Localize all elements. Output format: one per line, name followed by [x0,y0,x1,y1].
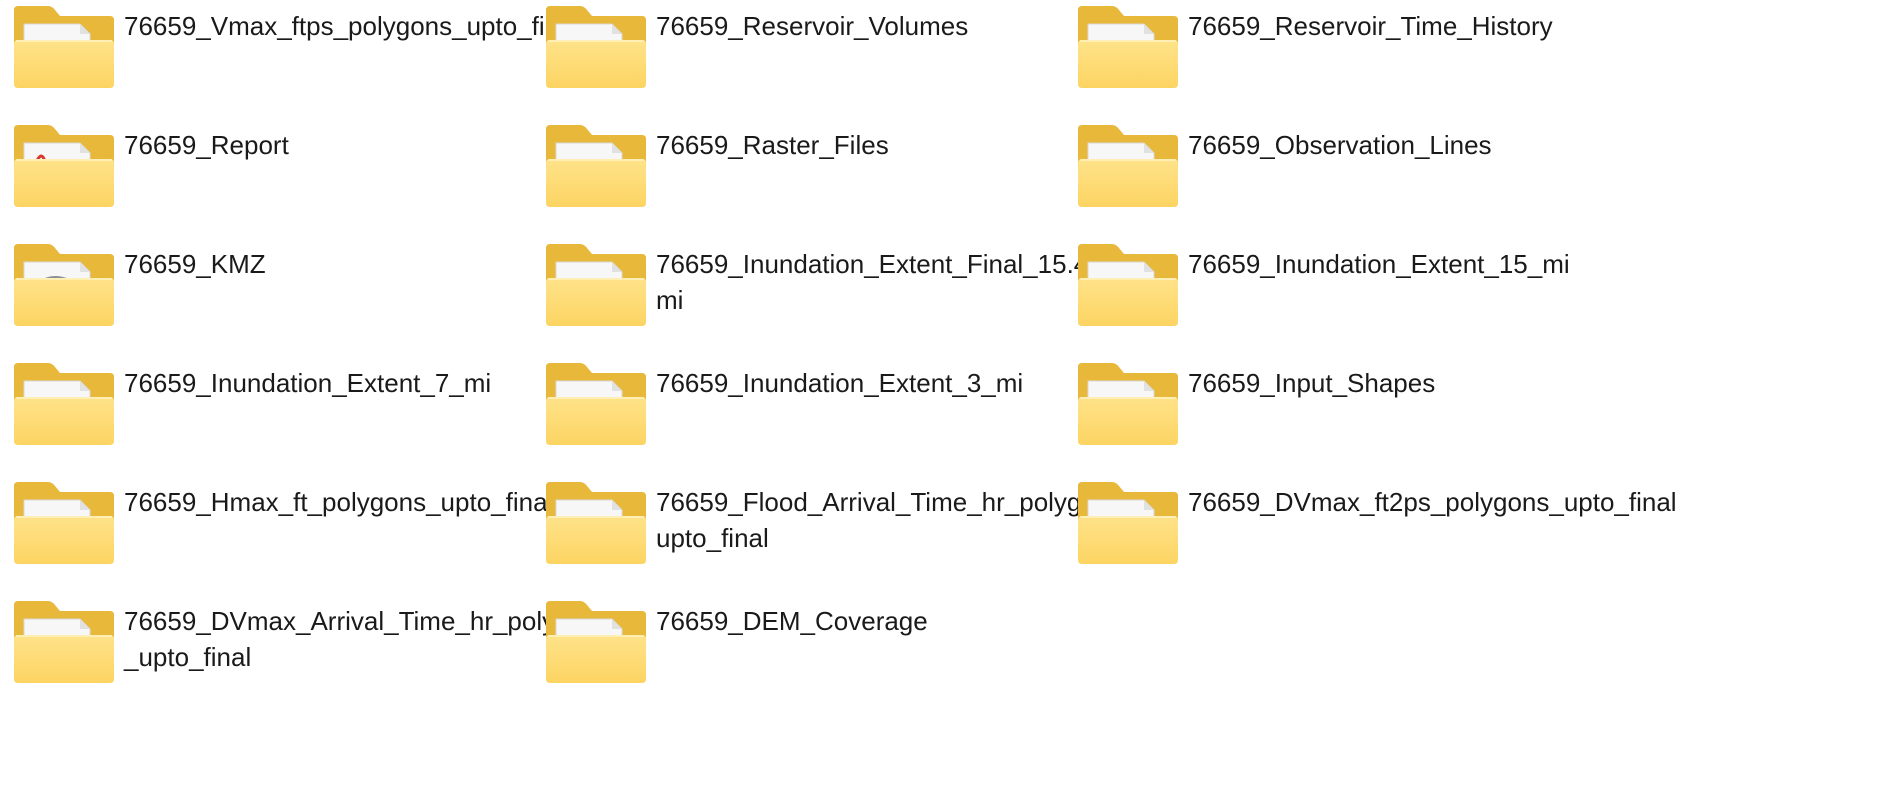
folder-item[interactable]: 76659_Raster_Files [532,119,1152,229]
folder-item[interactable]: 76659_Inundation_Extent_7_mi [0,357,620,467]
folder-item[interactable]: 76659_Inundation_Extent_3_mi [532,357,1152,467]
folder-item[interactable]: 76659_Input_Shapes [1064,357,1684,467]
folder-name: 76659_Reservoir_Time_History [1188,11,1553,41]
folder-name: 76659_DVmax_ft2ps_polygons_upto_final [1188,487,1677,517]
folder-grid: 76659_Vmax_ftps_polygons_upto_finalx7665… [0,0,1877,796]
folder-item[interactable]: 76659_KMZ [0,238,620,348]
folder-name: 76659_Input_Shapes [1188,368,1436,398]
folder-item[interactable]: 76659_Inundation_Extent_15_mi [1064,238,1684,348]
folder-item[interactable]: 76659_Inundation_Extent_Final_15.498_mi [532,238,1152,348]
folder-item[interactable]: x76659_Reservoir_Time_History [1064,0,1684,110]
folder-item[interactable]: 76659_DVmax_Arrival_Time_hr_polygons_upt… [0,595,620,705]
folder-item[interactable]: 76659_DEM_Coverage [532,595,1152,705]
folder-name: 76659_Observation_Lines [1188,130,1492,160]
folder-name: 76659_Inundation_Extent_15_mi [1188,249,1570,279]
folder-item[interactable]: 76659_Vmax_ftps_polygons_upto_final [0,0,620,110]
folder-item[interactable]: 76659_Report [0,119,620,229]
folder-name: 76659_DEM_Coverage [656,606,928,636]
folder-item[interactable]: 76659_Hmax_ft_polygons_upto_final [0,476,620,586]
folder-item[interactable]: x76659_Reservoir_Volumes [532,0,1152,110]
folder-item[interactable]: x76659_Observation_Lines [1064,119,1684,229]
folder-item[interactable]: 76659_DVmax_ft2ps_polygons_upto_final [1064,476,1684,586]
folder-item[interactable]: 76659_Flood_Arrival_Time_hr_polygons_upt… [532,476,1152,586]
